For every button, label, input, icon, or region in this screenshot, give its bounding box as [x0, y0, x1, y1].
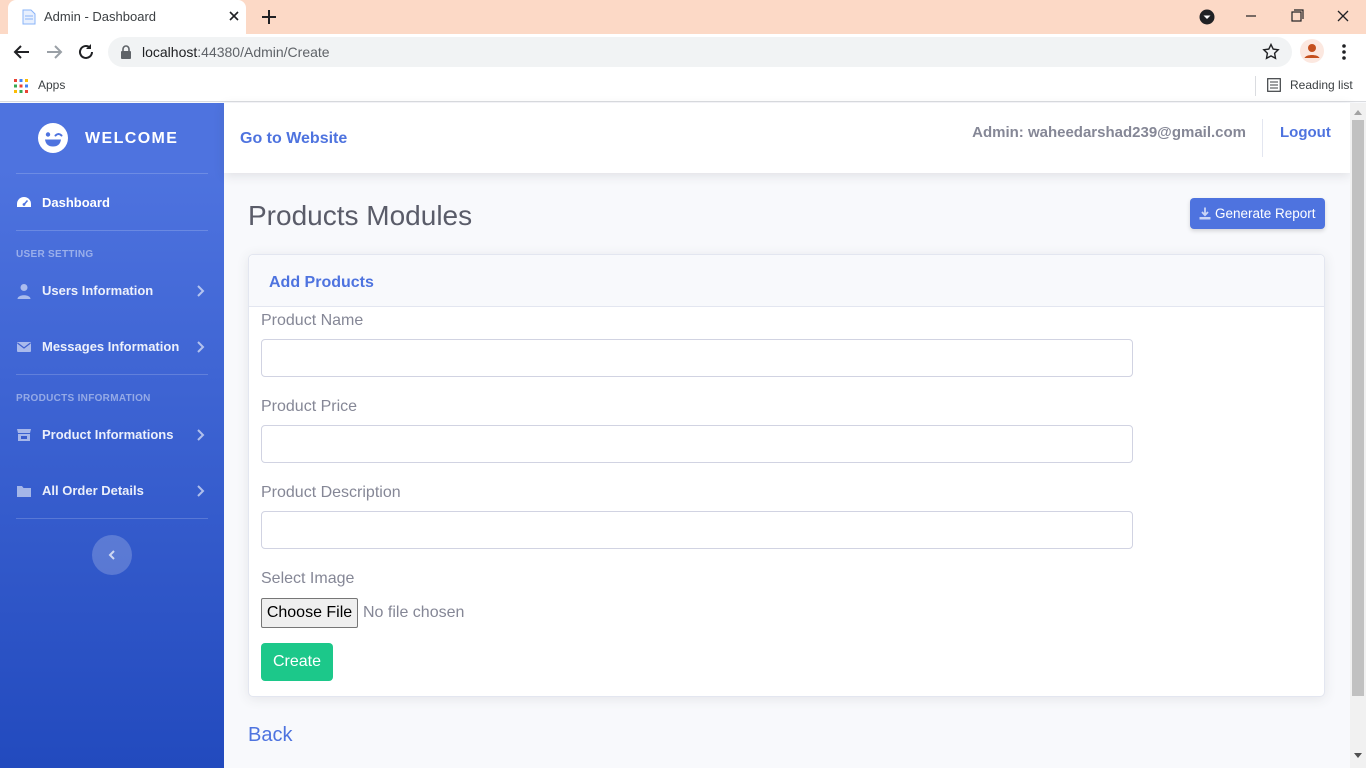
profile-avatar[interactable]: [1300, 39, 1324, 63]
tab-title: Admin - Dashboard: [44, 9, 156, 24]
browser-toolbar: localhost:44380/Admin/Create: [0, 34, 1366, 70]
envelope-icon: [17, 342, 31, 352]
url-text: localhost:44380/Admin/Create: [142, 44, 330, 60]
sidebar-brand[interactable]: WELCOME: [0, 103, 224, 173]
product-description-input[interactable]: [261, 511, 1133, 549]
chevron-left-icon: [108, 550, 115, 560]
scroll-down-arrow-icon[interactable]: [1354, 753, 1362, 759]
window-minimize-icon[interactable]: [1240, 6, 1262, 26]
generate-report-button[interactable]: Generate Report: [1190, 198, 1325, 229]
add-products-card: Add Products Product Name Product Price …: [248, 254, 1325, 697]
page-title: Products Modules: [248, 200, 473, 231]
sidebar: WELCOME Dashboard USER SETTING Users Inf…: [0, 103, 224, 768]
sidebar-item-label: Product Informations: [42, 427, 174, 442]
sidebar-item-users[interactable]: Users Information: [0, 271, 224, 311]
product-price-label: Product Price: [261, 398, 358, 415]
forward-arrow-icon[interactable]: [44, 42, 64, 62]
topbar-divider: [1262, 119, 1263, 157]
apps-grid-icon[interactable]: [14, 79, 28, 93]
browser-menu-icon[interactable]: [1336, 42, 1352, 62]
tab-close-icon[interactable]: [226, 8, 242, 24]
scroll-up-arrow-icon[interactable]: [1354, 109, 1362, 115]
laugh-wink-icon: [38, 123, 68, 153]
sidebar-item-label: Users Information: [42, 283, 154, 298]
url-host: localhost: [142, 44, 198, 60]
sidebar-item-dashboard[interactable]: Dashboard: [0, 183, 224, 223]
topbar: Go to Website Admin: waheedarshad239@gma…: [224, 103, 1350, 173]
lock-icon[interactable]: [120, 45, 132, 59]
create-button[interactable]: Create: [261, 643, 333, 681]
card-title: Add Products: [269, 274, 374, 291]
generate-report-label: Generate Report: [1215, 206, 1316, 221]
reading-list-icon[interactable]: [1267, 78, 1281, 92]
sidebar-item-label: Dashboard: [42, 195, 110, 210]
brand-text: WELCOME: [85, 130, 179, 147]
sidebar-divider: [16, 518, 208, 519]
bookmark-star-icon[interactable]: [1262, 43, 1280, 61]
sidebar-item-label: Messages Information: [42, 339, 180, 354]
bookmarks-bar: Apps Reading list: [0, 70, 1366, 102]
sidebar-heading-user-setting: USER SETTING: [16, 249, 94, 260]
reading-list-button[interactable]: Reading list: [1290, 78, 1353, 92]
sidebar-divider: [16, 173, 208, 174]
chevron-right-icon: [197, 285, 205, 297]
sidebar-item-messages[interactable]: Messages Information: [0, 327, 224, 367]
select-image-label: Select Image: [261, 570, 355, 587]
back-link[interactable]: Back: [248, 724, 292, 747]
user-icon: [17, 284, 31, 299]
logout-link[interactable]: Logout: [1280, 124, 1331, 141]
store-icon: [17, 429, 31, 441]
sidebar-item-orders[interactable]: All Order Details: [0, 471, 224, 511]
browser-tab-strip: Admin - Dashboard: [0, 0, 1366, 34]
apps-bookmark[interactable]: Apps: [38, 78, 65, 92]
bookmarks-divider: [1255, 76, 1256, 96]
product-description-label: Product Description: [261, 484, 401, 501]
card-header: Add Products: [249, 255, 1324, 307]
go-to-website-link[interactable]: Go to Website: [240, 130, 347, 148]
page-favicon-icon: [22, 9, 36, 25]
sidebar-item-label: All Order Details: [42, 483, 144, 498]
choose-file-button[interactable]: Choose File: [261, 598, 358, 628]
url-path: :44380/Admin/Create: [197, 44, 330, 60]
reload-icon[interactable]: [76, 42, 96, 62]
sidebar-divider: [16, 230, 208, 231]
product-name-label: Product Name: [261, 312, 364, 329]
window-close-icon[interactable]: [1332, 6, 1354, 26]
profile-icon: [1304, 44, 1320, 58]
new-tab-icon[interactable]: [258, 6, 280, 28]
chevron-right-icon: [197, 429, 205, 441]
folder-icon: [17, 486, 31, 497]
tab-search-icon[interactable]: [1198, 8, 1216, 26]
product-name-input[interactable]: [261, 339, 1133, 377]
chevron-right-icon: [197, 485, 205, 497]
sidebar-item-products[interactable]: Product Informations: [0, 415, 224, 455]
sidebar-heading-products: PRODUCTS INFORMATION: [16, 393, 151, 404]
admin-email-label: Admin: waheedarshad239@gmail.com: [972, 124, 1246, 141]
browser-tab[interactable]: Admin - Dashboard: [8, 0, 246, 34]
back-arrow-icon[interactable]: [12, 42, 32, 62]
file-status-text: No file chosen: [363, 604, 465, 621]
scrollbar-thumb[interactable]: [1352, 120, 1364, 696]
chevron-right-icon: [197, 341, 205, 353]
window-restore-icon[interactable]: [1286, 6, 1308, 26]
sidebar-toggle-button[interactable]: [92, 535, 132, 575]
sidebar-divider: [16, 374, 208, 375]
product-price-input[interactable]: [261, 425, 1133, 463]
download-icon: [1199, 207, 1211, 220]
address-bar[interactable]: localhost:44380/Admin/Create: [108, 37, 1292, 67]
tachometer-icon: [17, 197, 31, 207]
page-scrollbar[interactable]: [1350, 103, 1366, 768]
